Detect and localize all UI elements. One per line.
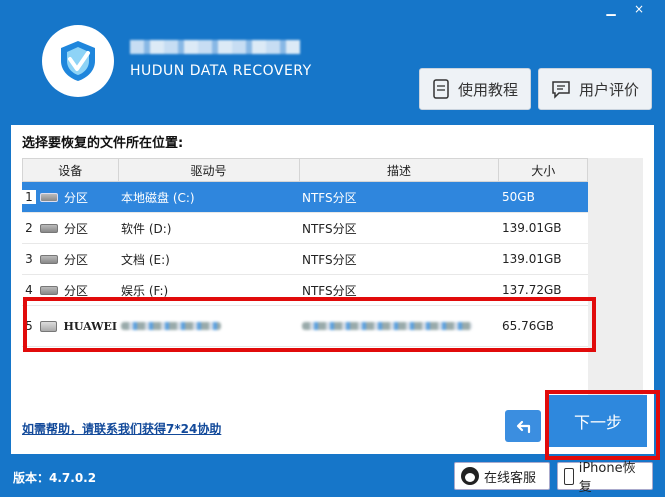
back-button[interactable]: [505, 410, 541, 442]
book-icon: [433, 79, 449, 99]
iphone-recovery-button[interactable]: iPhone恢复: [557, 461, 653, 495]
row-number: 2: [25, 221, 33, 235]
scrollbar-area[interactable]: [588, 158, 643, 420]
row-number: 4: [25, 283, 33, 297]
online-service-button[interactable]: 在线客服: [454, 462, 550, 490]
device-label: 分区: [64, 283, 89, 298]
device-cell: 分区: [36, 251, 117, 268]
row-number: 1: [22, 190, 36, 204]
reviews-button[interactable]: 用户评价: [538, 68, 652, 110]
col-desc: 描述: [300, 159, 500, 181]
device-cell: 分区: [36, 189, 117, 206]
drive-cell: 软件 (D:): [121, 221, 172, 236]
col-device: 设备: [23, 159, 119, 181]
drive-icon: [40, 254, 58, 264]
device-cell: 分区: [36, 282, 117, 299]
drive-icon: [40, 192, 58, 202]
device-label: 分区: [64, 190, 89, 205]
tutorial-button[interactable]: 使用教程: [419, 68, 531, 110]
desc-cell: NTFS分区: [302, 283, 357, 298]
panel-title: 选择要恢复的文件所在位置:: [22, 136, 184, 151]
size-cell: 139.01GB: [502, 252, 562, 266]
back-arrow-icon: [516, 420, 531, 434]
col-size: 大小: [531, 163, 556, 178]
highlight-box-device: [23, 297, 596, 352]
version-label: 版本：4.7.0.2: [13, 471, 97, 485]
help-link[interactable]: 如需帮助，请联系我们获得7*24协助: [22, 420, 221, 437]
online-service-label: 在线客服: [484, 470, 537, 486]
iphone-recovery-label: iPhone恢复: [578, 461, 636, 495]
size-cell: 137.72GB: [502, 283, 562, 297]
drive-icon: [40, 285, 58, 295]
table-header: 设备 驱动号 描述 大小: [22, 158, 588, 182]
close-icon[interactable]: ×: [628, 0, 650, 18]
desc-cell: NTFS分区: [302, 252, 357, 267]
desc-cell: NTFS分区: [302, 190, 357, 205]
minimize-icon[interactable]: ▁: [600, 0, 622, 18]
table-row[interactable]: 1 分区 本地磁盘 (C:) NTFS分区 50GB: [22, 182, 588, 213]
device-label: 分区: [64, 252, 89, 267]
tutorial-label: 使用教程: [457, 80, 518, 99]
size-cell: 50GB: [502, 190, 535, 204]
highlight-box-next: [545, 390, 660, 460]
col-drive: 驱动号: [119, 159, 300, 181]
brand-name: HUDUN DATA RECOVERY: [130, 63, 312, 79]
reviews-label: 用户评价: [578, 80, 639, 99]
table-row[interactable]: 3 分区 文档 (E:) NTFS分区 139.01GB: [22, 244, 588, 275]
size-cell: 139.01GB: [502, 221, 562, 235]
penguin-icon: [461, 467, 479, 485]
desc-cell: NTFS分区: [302, 221, 357, 236]
row-number: 3: [25, 252, 33, 266]
table-row[interactable]: 2 分区 软件 (D:) NTFS分区 139.01GB: [22, 213, 588, 244]
drive-cell: 文档 (E:): [121, 252, 170, 267]
shield-icon: [61, 41, 95, 81]
drive-icon: [40, 223, 58, 233]
drive-cell: 本地磁盘 (C:): [121, 190, 195, 205]
device-label: 分区: [64, 221, 89, 236]
app-logo: [42, 25, 114, 97]
device-cell: 分区: [36, 220, 117, 237]
drive-cell: 娱乐 (F:): [121, 283, 169, 298]
comment-icon: [552, 81, 570, 99]
brand-title-blurred: [130, 40, 300, 54]
phone-icon: [564, 467, 574, 485]
